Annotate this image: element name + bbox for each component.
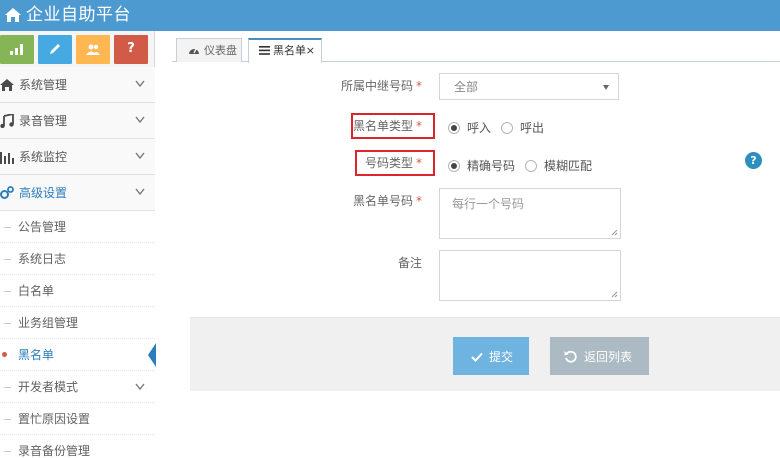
sidebar-item-system-management[interactable]: 系统管理 xyxy=(0,67,155,103)
tab-label: 黑名单 xyxy=(273,44,306,57)
check-icon xyxy=(471,352,483,362)
tab-bar: 仪表盘 黑名单 × xyxy=(172,38,780,63)
blacklist-numbers-placeholder: 每行一个号码 xyxy=(452,197,525,211)
radio-inbound[interactable] xyxy=(448,122,460,134)
dashboard-icon xyxy=(189,48,199,54)
trunk-number-select[interactable]: 全部 xyxy=(439,73,619,100)
chevron-down-icon xyxy=(135,383,145,391)
tree-connector xyxy=(4,291,11,292)
help-shortcut-button[interactable]: ? xyxy=(114,35,148,64)
sidebar-subitem-whitelist[interactable]: 白名单 xyxy=(0,275,155,307)
blacklist-numbers-label: 黑名单号码 * xyxy=(352,194,422,208)
submit-button[interactable]: 提交 xyxy=(453,337,529,375)
sidebar-subitem-announcements[interactable]: 公告管理 xyxy=(0,211,155,243)
shortcut-bar: ? xyxy=(0,35,155,65)
cogs-icon xyxy=(0,186,14,199)
sidebar-subitem-label: 系统日志 xyxy=(18,252,67,266)
radio-inbound-label: 呼入 xyxy=(467,121,492,135)
number-type-label: 号码类型 * xyxy=(364,156,422,170)
remark-textarea[interactable] xyxy=(439,250,621,301)
sidebar-subitem-system-logs[interactable]: 系统日志 xyxy=(0,243,155,275)
sidebar-item-system-monitoring[interactable]: 系统监控 xyxy=(0,139,155,175)
sidebar-subitem-business-groups[interactable]: 业务组管理 xyxy=(0,307,155,339)
radio-outbound[interactable] xyxy=(501,122,513,134)
users-icon xyxy=(86,44,100,55)
chevron-down-icon xyxy=(135,152,145,160)
sidebar-subitem-blacklist[interactable]: 黑名单 xyxy=(0,339,156,371)
tree-connector xyxy=(4,419,11,420)
back-to-list-label: 返回列表 xyxy=(584,350,633,364)
sidebar-subitem-recording-backup[interactable]: 录音备份管理 xyxy=(0,435,155,458)
radio-fuzzy-match[interactable] xyxy=(525,160,537,172)
tree-connector xyxy=(4,451,11,452)
sidebar-subitem-label: 录音备份管理 xyxy=(18,444,91,458)
sidebar-item-label: 录音管理 xyxy=(19,114,68,128)
help-icon[interactable]: ? xyxy=(745,152,762,169)
pencil-icon xyxy=(50,44,60,54)
sidebar-subitem-busy-reasons[interactable]: 置忙原因设置 xyxy=(0,403,155,435)
sidebar-subitem-label: 白名单 xyxy=(18,284,55,298)
chevron-down-icon xyxy=(135,116,145,124)
blacklist-numbers-textarea[interactable]: 每行一个号码 xyxy=(439,188,621,239)
sidebar: ? 系统管理 录音管理 系统监控 高级设置 公告管理 系统日志 白名单 业务组管… xyxy=(0,31,156,458)
radio-outbound-label: 呼出 xyxy=(520,121,545,135)
undo-icon xyxy=(564,350,577,363)
sidebar-subitem-label: 开发者模式 xyxy=(18,380,79,394)
sidebar-item-label: 系统管理 xyxy=(19,78,68,92)
submit-label: 提交 xyxy=(489,350,514,364)
chevron-down-icon xyxy=(135,188,145,196)
sidebar-subitem-label: 业务组管理 xyxy=(18,316,79,330)
trunk-number-label: 所属中继号码 * xyxy=(340,79,422,93)
app-title: 企业自助平台 xyxy=(26,5,131,25)
sidebar-item-label: 高级设置 xyxy=(19,186,68,200)
active-arrow-indicator xyxy=(148,343,156,367)
chevron-down-icon xyxy=(135,80,145,88)
blacklist-form: 所属中继号码 * 全部 黑名单类型 * 呼入 呼出 号码类型 * 精确号码 模糊匹配 … xyxy=(190,62,780,458)
tree-connector xyxy=(4,323,11,324)
sidebar-item-recording-management[interactable]: 录音管理 xyxy=(0,103,155,139)
sidebar-subitem-developer-mode[interactable]: 开发者模式 xyxy=(0,371,155,403)
music-note-icon xyxy=(0,114,14,128)
tab-dashboard[interactable]: 仪表盘 xyxy=(176,38,242,62)
tree-connector xyxy=(4,227,11,228)
tab-blacklist[interactable]: 黑名单 × xyxy=(248,38,322,63)
caret-down-icon xyxy=(603,85,609,90)
bar-chart-icon xyxy=(0,152,14,164)
back-to-list-button[interactable]: 返回列表 xyxy=(550,337,649,375)
active-indicator-dot xyxy=(2,352,7,357)
sidebar-subitem-label: 公告管理 xyxy=(18,220,67,234)
sidebar-menu: 系统管理 录音管理 系统监控 高级设置 公告管理 系统日志 白名单 业务组管理 … xyxy=(0,67,156,458)
sidebar-item-advanced-settings[interactable]: 高级设置 xyxy=(0,175,155,211)
tree-connector xyxy=(4,259,11,260)
trunk-number-value: 全部 xyxy=(454,80,479,94)
sidebar-item-label: 系统监控 xyxy=(19,150,68,164)
edit-shortcut-button[interactable] xyxy=(38,35,72,64)
sidebar-subitem-label: 置忙原因设置 xyxy=(18,412,91,426)
top-navbar: 企业自助平台 xyxy=(0,0,780,31)
radio-exact-number-label: 精确号码 xyxy=(467,159,516,173)
resize-grip-icon[interactable] xyxy=(611,291,618,298)
tree-connector xyxy=(4,387,11,388)
signal-icon xyxy=(10,44,23,55)
tab-close-icon[interactable]: × xyxy=(306,43,315,58)
radio-fuzzy-match-label: 模糊匹配 xyxy=(544,159,593,173)
remark-label: 备注 xyxy=(397,256,422,270)
home-icon xyxy=(5,8,21,22)
question-mark-label: ? xyxy=(127,41,135,56)
users-shortcut-button[interactable] xyxy=(76,35,110,64)
home-icon xyxy=(0,79,14,91)
sidebar-subitem-label: 黑名单 xyxy=(18,348,55,362)
radio-exact-number[interactable] xyxy=(448,160,460,172)
tab-label: 仪表盘 xyxy=(204,44,237,57)
list-icon xyxy=(259,46,270,55)
resize-grip-icon[interactable] xyxy=(611,229,618,236)
form-actions: 提交 返回列表 xyxy=(190,317,780,391)
stats-shortcut-button[interactable] xyxy=(0,35,34,64)
list-type-label: 黑名单类型 * xyxy=(352,119,422,133)
